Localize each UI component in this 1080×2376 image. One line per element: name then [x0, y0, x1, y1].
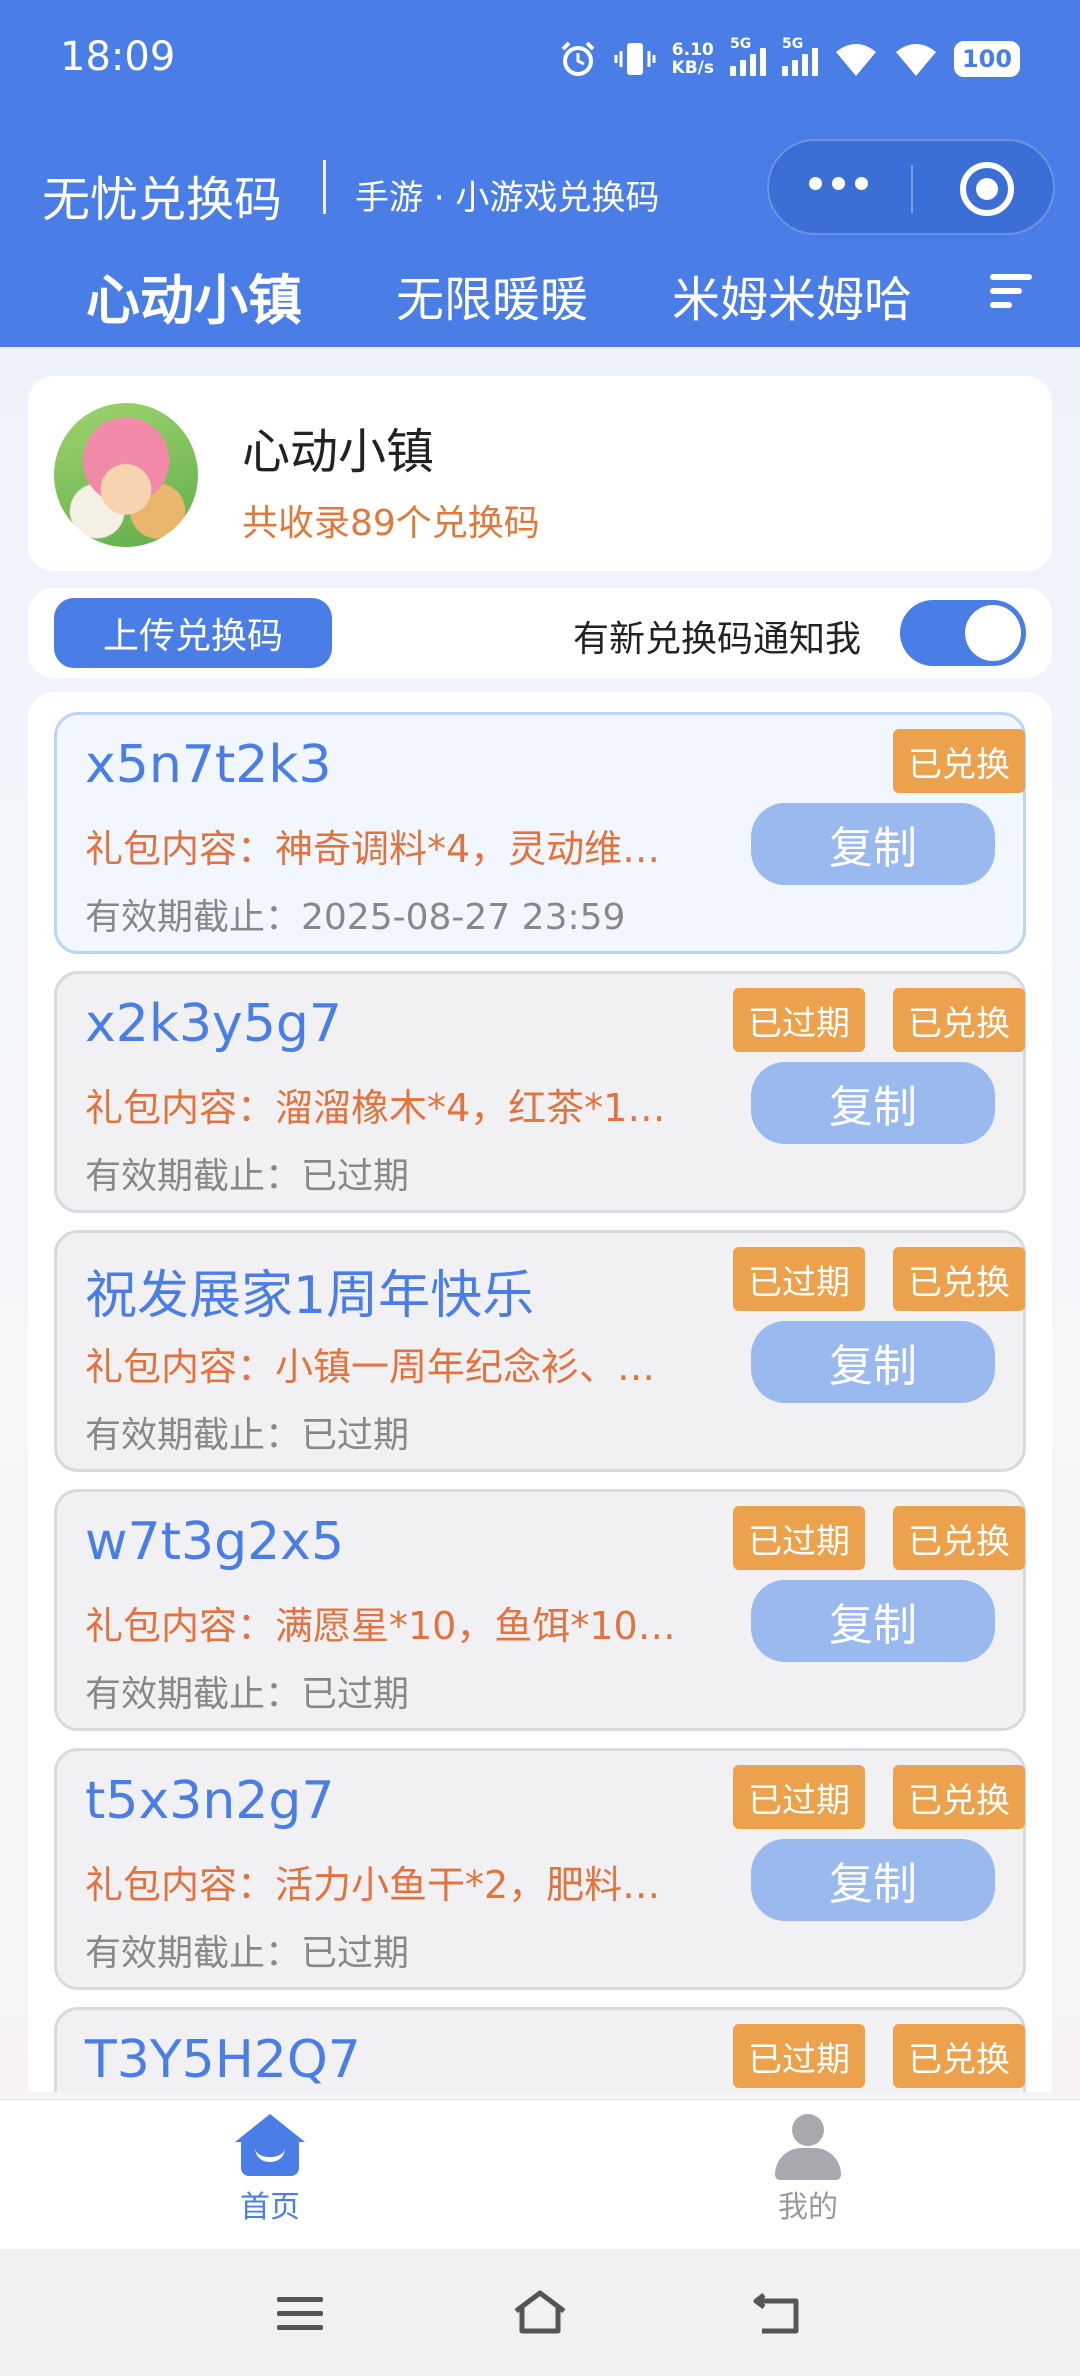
gift-content: 礼包内容：满愿星*10，鱼饵*10…: [85, 1604, 676, 1648]
more-icon[interactable]: [809, 177, 868, 190]
code-text: t5x3n2g7: [85, 1771, 335, 1831]
expired-badge: 已过期: [733, 1247, 865, 1311]
wifi-plus-icon: [836, 44, 876, 76]
expired-badge: 已过期: [733, 2024, 865, 2088]
redeemed-badge: 已兑换: [893, 2024, 1025, 2088]
wifi-icon: [896, 44, 936, 76]
app-title: 无忧兑换码: [42, 172, 283, 228]
nav-home[interactable]: 首页: [170, 2114, 370, 2226]
vibrate-icon: [614, 43, 656, 75]
nav-home-label: 首页: [240, 2190, 300, 2225]
code-card: w7t3g2x5 已过期 已兑换 礼包内容：满愿星*10，鱼饵*10… 复制 有…: [54, 1489, 1026, 1731]
app-subtitle: 手游 · 小游戏兑换码: [355, 178, 660, 218]
status-bar: 18:09 6.10 KB/s 5G 5G 100: [0, 0, 1080, 120]
copy-button[interactable]: 复制: [751, 1321, 995, 1403]
code-card: x2k3y5g7 已过期 已兑换 礼包内容：溜溜橡木*4，红茶*1… 复制 有效…: [54, 971, 1026, 1213]
system-back-icon[interactable]: [752, 2293, 804, 2335]
expired-badge: 已过期: [733, 1765, 865, 1829]
code-count: 共收录89个兑换码: [242, 503, 540, 544]
net-speed-unit: KB/s: [671, 58, 714, 78]
app-bar: 无忧兑换码 手游 · 小游戏兑换码: [0, 136, 1080, 236]
copy-button[interactable]: 复制: [751, 803, 995, 885]
code-text: w7t3g2x5: [85, 1512, 345, 1572]
gift-content: 礼包内容：小镇一周年纪念衫、…: [85, 1345, 656, 1389]
copy-button[interactable]: 复制: [751, 1062, 995, 1144]
tab-xindong-town[interactable]: 心动小镇: [86, 256, 302, 335]
capsule-divider: [911, 165, 913, 213]
title-divider: [323, 160, 326, 214]
expiry-text: 有效期截止：已过期: [85, 1933, 410, 1974]
signal-1-label: 5G: [730, 36, 752, 52]
mini-program-capsule: [767, 139, 1055, 235]
redeemed-badge: 已兑换: [893, 729, 1025, 793]
expiry-text: 有效期截止：已过期: [85, 1156, 410, 1197]
code-text: x2k3y5g7: [85, 994, 343, 1054]
redeemed-badge: 已兑换: [893, 988, 1025, 1052]
expiry-text: 有效期截止：已过期: [85, 1415, 410, 1456]
battery-icon: 100: [954, 41, 1020, 77]
tab-infinity-nikki[interactable]: 无限暖暖: [396, 260, 588, 330]
signal-2-label: 5G: [782, 36, 804, 52]
bottom-nav: 首页 我的: [0, 2099, 1080, 2249]
game-info-card: 心动小镇 共收录89个兑换码: [28, 376, 1052, 571]
game-name: 心动小镇: [242, 424, 435, 480]
alarm-icon: [561, 41, 594, 76]
code-list: x5n7t2k3 已兑换 礼包内容：神奇调料*4，灵动维… 复制 有效期截止：2…: [28, 692, 1052, 2092]
status-icons: 6.10 KB/s 5G 5G 100: [558, 36, 1020, 82]
code-card: T3Y5H2Q7 已过期 已兑换: [54, 2007, 1026, 2092]
action-bar: 上传兑换码 有新兑换码通知我: [28, 588, 1052, 678]
code-card: x5n7t2k3 已兑换 礼包内容：神奇调料*4，灵动维… 复制 有效期截止：2…: [54, 712, 1026, 954]
redeemed-badge: 已兑换: [893, 1765, 1025, 1829]
nav-me[interactable]: 我的: [708, 2114, 908, 2226]
expiry-text: 有效期截止：2025-08-27 23:59: [85, 897, 626, 938]
expired-badge: 已过期: [733, 1506, 865, 1570]
recent-apps-icon[interactable]: [277, 2297, 323, 2339]
redeemed-badge: 已兑换: [893, 1506, 1025, 1570]
copy-button[interactable]: 复制: [751, 1580, 995, 1662]
code-text: 祝发展家1周年快乐: [85, 1266, 535, 1326]
expiry-text: 有效期截止：已过期: [85, 1674, 410, 1715]
home-icon: [235, 2114, 305, 2176]
code-text: T3Y5H2Q7: [85, 2030, 361, 2090]
signal-1-icon: 5G: [730, 36, 766, 76]
code-text: x5n7t2k3: [85, 735, 332, 795]
gift-content: 礼包内容：神奇调料*4，灵动维…: [85, 827, 661, 871]
gift-content: 礼包内容：活力小鱼干*2，肥料…: [85, 1863, 661, 1907]
net-speed: 6.10 KB/s: [672, 41, 714, 77]
close-target-icon[interactable]: [960, 162, 1014, 216]
code-card: t5x3n2g7 已过期 已兑换 礼包内容：活力小鱼干*2，肥料… 复制 有效期…: [54, 1748, 1026, 1990]
redeemed-badge: 已兑换: [893, 1247, 1025, 1311]
expired-badge: 已过期: [733, 988, 865, 1052]
signal-2-icon: 5G: [782, 36, 818, 76]
user-icon: [773, 2114, 843, 2180]
status-time: 18:09: [60, 34, 176, 80]
tab-menu-icon[interactable]: [990, 274, 1032, 316]
notify-toggle[interactable]: [900, 600, 1026, 666]
nav-me-label: 我的: [778, 2190, 838, 2225]
code-card: 祝发展家1周年快乐 已过期 已兑换 礼包内容：小镇一周年纪念衫、… 复制 有效期…: [54, 1230, 1026, 1472]
toggle-knob: [965, 605, 1021, 661]
tab-mimu[interactable]: 米姆米姆哈: [672, 260, 912, 330]
system-home-icon[interactable]: [512, 2289, 568, 2335]
system-nav-bar: [0, 2249, 1080, 2376]
upload-code-button[interactable]: 上传兑换码: [54, 598, 332, 668]
notify-label: 有新兑换码通知我: [573, 619, 862, 660]
net-speed-value: 6.10: [671, 40, 714, 60]
gift-content: 礼包内容：溜溜橡木*4，红茶*1…: [85, 1086, 666, 1130]
copy-button[interactable]: 复制: [751, 1839, 995, 1921]
game-avatar: [54, 403, 198, 547]
game-tabs: 心动小镇 无限暖暖 米姆米姆哈: [0, 250, 1080, 340]
